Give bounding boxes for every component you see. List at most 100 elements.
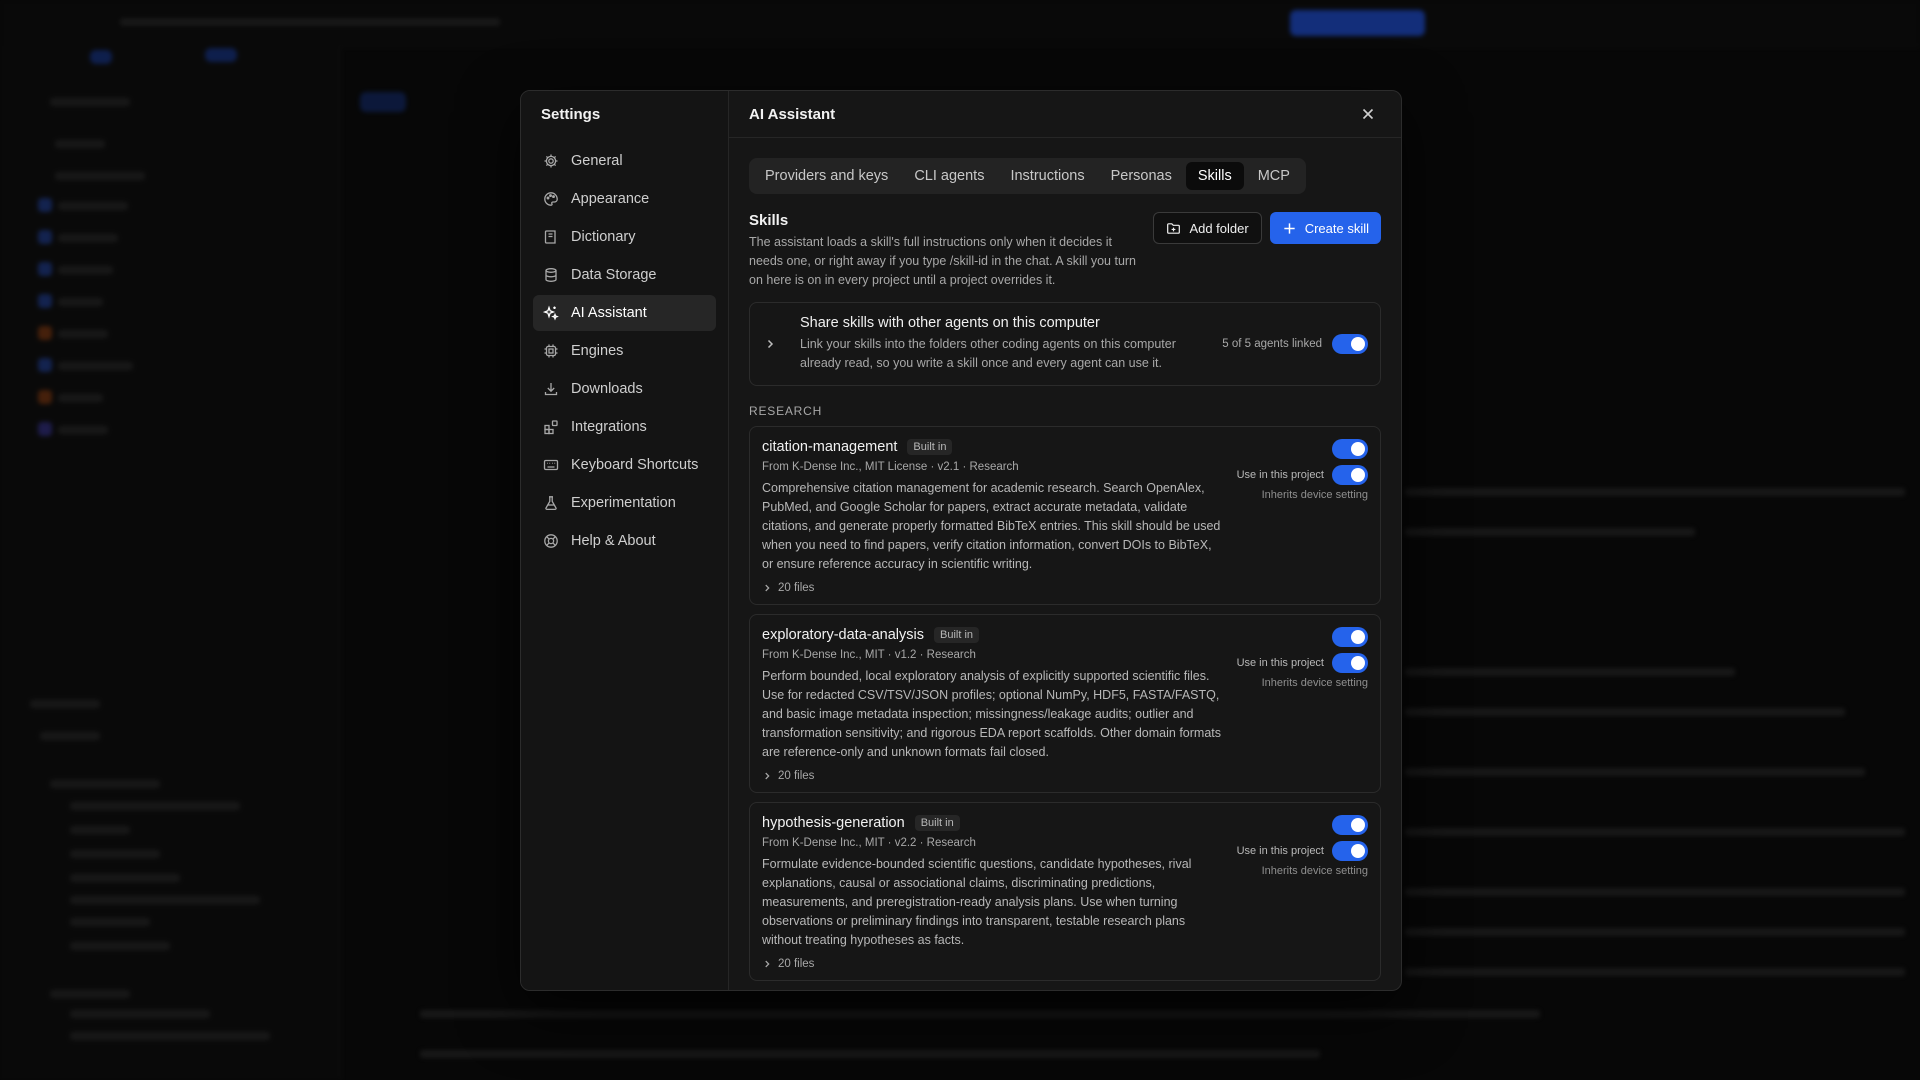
background-button — [1290, 10, 1425, 36]
create-skill-button[interactable]: Create skill — [1269, 212, 1381, 244]
built-in-badge: Built in — [907, 439, 953, 455]
skills-description: The assistant loads a skill's full instr… — [749, 235, 1137, 287]
skill-name: citation-management — [762, 439, 898, 455]
sidebar-item-label: Keyboard Shortcuts — [571, 457, 699, 473]
sidebar-item-help-about[interactable]: Help & About — [533, 523, 716, 559]
sidebar-item-label: Integrations — [571, 419, 647, 435]
chevron-right-icon — [765, 584, 770, 592]
sidebar-item-label: Help & About — [571, 533, 656, 549]
share-skills-title: Share skills with other agents on this c… — [800, 315, 1100, 331]
skill-card: citation-management Built in From K-Dens… — [749, 426, 1381, 605]
add-folder-button[interactable]: Add folder — [1153, 212, 1262, 244]
blocks-icon — [543, 419, 559, 435]
share-skills-description: Link your skills into the folders other … — [800, 337, 1176, 370]
tab-mcp[interactable]: MCP — [1246, 162, 1302, 190]
sparkles-icon — [543, 305, 559, 321]
skill-files-toggle[interactable]: 20 files — [762, 770, 1368, 782]
use-in-project-label: Use in this project — [1236, 845, 1324, 857]
flask-icon — [543, 495, 559, 511]
use-in-project-label: Use in this project — [1236, 657, 1324, 669]
settings-sidebar: Settings General Appearance Dictionary D… — [521, 91, 729, 990]
gear-icon — [543, 153, 559, 169]
sidebar-item-appearance[interactable]: Appearance — [533, 181, 716, 217]
plus-icon — [1284, 222, 1295, 234]
skill-enabled-toggle[interactable] — [1332, 627, 1368, 647]
lifebuoy-icon — [543, 533, 559, 549]
tab-bar: Providers and keys CLI agents Instructio… — [749, 158, 1306, 194]
settings-title: Settings — [541, 106, 601, 123]
share-skills-card: Share skills with other agents on this c… — [749, 302, 1381, 386]
built-in-badge: Built in — [934, 627, 980, 643]
use-in-project-toggle[interactable] — [1332, 653, 1368, 673]
download-icon — [543, 381, 559, 397]
sidebar-item-ai-assistant[interactable]: AI Assistant — [533, 295, 716, 331]
tab-providers-and-keys[interactable]: Providers and keys — [753, 162, 900, 190]
skill-files-toggle[interactable]: 20 files — [762, 582, 1368, 594]
section-label: RESEARCH — [749, 404, 823, 418]
use-in-project-label: Use in this project — [1236, 469, 1324, 481]
agents-linked-status: 5 of 5 agents linked — [1222, 338, 1322, 350]
page-title: AI Assistant — [749, 105, 836, 123]
sidebar-item-label: General — [571, 153, 623, 169]
sidebar-item-engines[interactable]: Engines — [533, 333, 716, 369]
tab-personas[interactable]: Personas — [1099, 162, 1184, 190]
skill-name: exploratory-data-analysis — [762, 627, 924, 643]
skill-files-count: 20 files — [778, 770, 815, 782]
skill-description: Comprehensive citation management for ac… — [762, 481, 1221, 571]
folder-plus-icon — [1167, 222, 1181, 234]
inherits-note: Inherits device setting — [1261, 489, 1368, 501]
built-in-badge: Built in — [914, 815, 960, 831]
skill-files-count: 20 files — [778, 582, 815, 594]
sidebar-item-experimentation[interactable]: Experimentation — [533, 485, 716, 521]
sidebar-item-label: Dictionary — [571, 229, 636, 245]
skill-description: Formulate evidence-bounded scientific qu… — [762, 857, 1192, 947]
background-chip — [205, 48, 237, 62]
book-icon — [543, 229, 559, 245]
keyboard-icon — [543, 457, 559, 473]
use-in-project-toggle[interactable] — [1332, 465, 1368, 485]
skills-header: Skills The assistant loads a skill's ful… — [749, 212, 1381, 290]
background-tab — [360, 92, 406, 112]
sidebar-item-general[interactable]: General — [533, 143, 716, 179]
sidebar-item-label: AI Assistant — [571, 305, 647, 321]
skill-enabled-toggle[interactable] — [1332, 815, 1368, 835]
create-skill-label: Create skill — [1304, 220, 1369, 236]
skill-files-toggle[interactable]: 20 files — [762, 958, 1368, 970]
sidebar-item-data-storage[interactable]: Data Storage — [533, 257, 716, 293]
background-chip — [90, 50, 112, 64]
skills-title: Skills — [749, 212, 789, 229]
sidebar-item-label: Experimentation — [571, 495, 676, 511]
skill-enabled-toggle[interactable] — [1332, 439, 1368, 459]
skill-description: Perform bounded, local exploratory analy… — [762, 669, 1221, 759]
skill-files-count: 20 files — [778, 958, 815, 970]
sidebar-item-keyboard-shortcuts[interactable]: Keyboard Shortcuts — [533, 447, 716, 483]
skill-card: exploratory-data-analysis Built in From … — [749, 614, 1381, 793]
main-header: AI Assistant — [729, 91, 1401, 138]
chevron-right-icon[interactable] — [764, 338, 780, 350]
sidebar-item-label: Data Storage — [571, 267, 657, 283]
sidebar-item-integrations[interactable]: Integrations — [533, 409, 716, 445]
sidebar-item-label: Appearance — [571, 191, 650, 207]
close-button[interactable] — [1355, 101, 1381, 127]
tab-instructions[interactable]: Instructions — [998, 162, 1096, 190]
tab-cli-agents[interactable]: CLI agents — [902, 162, 996, 190]
skill-name: hypothesis-generation — [762, 815, 905, 831]
database-icon — [543, 267, 559, 283]
inherits-note: Inherits device setting — [1261, 677, 1368, 689]
share-skills-toggle[interactable] — [1332, 334, 1368, 354]
settings-dialog: Settings General Appearance Dictionary D… — [520, 90, 1402, 991]
settings-content: Providers and keys CLI agents Instructio… — [729, 138, 1401, 990]
cpu-icon — [543, 343, 559, 359]
settings-main: AI Assistant Providers and keys CLI agen… — [729, 91, 1401, 990]
tab-skills[interactable]: Skills — [1185, 162, 1244, 190]
use-in-project-toggle[interactable] — [1332, 841, 1368, 861]
sidebar-item-downloads[interactable]: Downloads — [533, 371, 716, 407]
sidebar-item-dictionary[interactable]: Dictionary — [533, 219, 716, 255]
chevron-right-icon — [765, 772, 770, 780]
chevron-right-icon — [765, 960, 770, 968]
skill-card: hypothesis-generation Built in From K-De… — [749, 802, 1381, 981]
inherits-note: Inherits device setting — [1261, 865, 1368, 877]
add-folder-label: Add folder — [1189, 220, 1249, 236]
close-icon — [1362, 108, 1374, 120]
sidebar-item-label: Engines — [571, 343, 624, 359]
